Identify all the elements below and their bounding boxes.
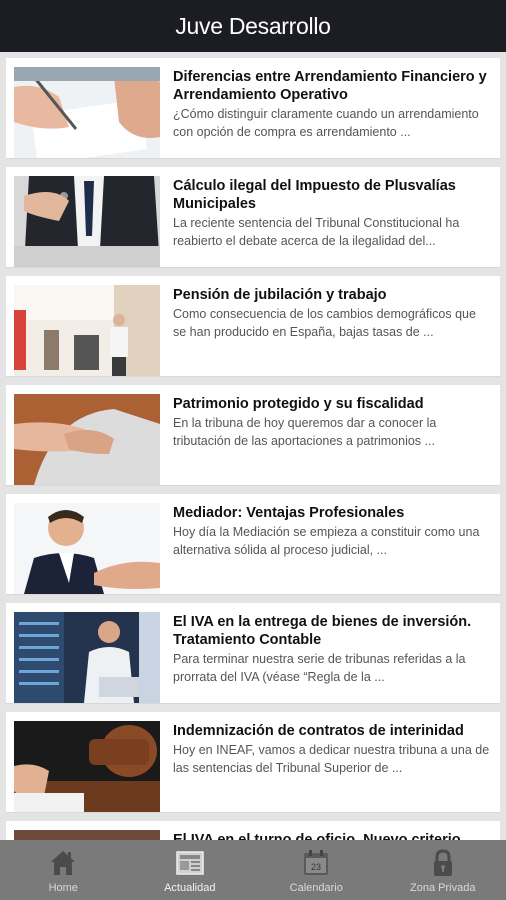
article-title: Pensión de jubilación y trabajo <box>173 287 387 303</box>
article-title: Mediador: Ventajas Profesionales <box>173 505 405 521</box>
tab-label: Calendario <box>289 882 343 894</box>
article-thumbnail <box>14 285 160 376</box>
tab-zona-privada[interactable]: Zona Privada <box>380 840 506 900</box>
article-title: Indemnización de contratos de interinida… <box>173 723 464 739</box>
article-item[interactable]: El IVA en la entrega de bienes de invers… <box>6 603 500 704</box>
article-excerpt: Hoy en INEAF, vamos a dedicar nuestra tr… <box>173 743 490 775</box>
calendar-icon: 23 <box>304 850 329 875</box>
article-title: El IVA en la entrega de bienes de invers… <box>173 614 472 648</box>
bottom-tab-bar: Home Actualidad 23 Calendario Zona Priva… <box>0 840 506 900</box>
article-thumbnail <box>14 67 160 158</box>
article-thumbnail <box>14 394 160 485</box>
home-icon <box>51 851 76 875</box>
article-thumbnail <box>14 176 160 267</box>
article-excerpt: Para terminar nuestra serie de tribunas … <box>173 652 466 684</box>
article-thumbnail <box>14 503 160 594</box>
app-header: Juve Desarrollo <box>0 0 506 52</box>
article-thumbnail <box>14 721 160 812</box>
article-item[interactable]: El IVA en el turno de oficio. Nuevo crit… <box>6 821 500 840</box>
article-excerpt: Como consecuencia de los cambios demográ… <box>173 307 476 339</box>
article-thumbnail <box>14 830 160 840</box>
tab-actualidad[interactable]: Actualidad <box>127 840 254 900</box>
article-item[interactable]: Patrimonio protegido y su fiscalidad En … <box>6 385 500 486</box>
article-item[interactable]: Indemnización de contratos de interinida… <box>6 712 500 813</box>
news-icon <box>176 851 204 875</box>
article-item[interactable]: Cálculo ilegal del Impuesto de Plusvalía… <box>6 167 500 268</box>
article-title: El IVA en el turno de oficio. Nuevo crit… <box>173 832 461 840</box>
lock-icon <box>433 849 452 876</box>
article-title: Diferencias entre Arrendamiento Financie… <box>173 69 487 103</box>
tab-label: Home <box>48 882 78 894</box>
tab-home[interactable]: Home <box>0 840 127 900</box>
article-thumbnail <box>14 612 160 703</box>
article-title: Cálculo ilegal del Impuesto de Plusvalía… <box>173 178 456 212</box>
article-excerpt: ¿Cómo distinguir claramente cuando un ar… <box>173 107 479 139</box>
article-list[interactable]: Diferencias entre Arrendamiento Financie… <box>6 58 500 840</box>
article-item[interactable]: Pensión de jubilación y trabajo Como con… <box>6 276 500 377</box>
article-title: Patrimonio protegido y su fiscalidad <box>173 396 424 412</box>
app-title: Juve Desarrollo <box>175 12 331 39</box>
article-item[interactable]: Diferencias entre Arrendamiento Financie… <box>6 58 500 159</box>
article-excerpt: Hoy día la Mediación se empieza a consti… <box>173 525 480 557</box>
tab-label: Zona Privada <box>410 882 476 894</box>
tab-label: Actualidad <box>164 882 216 894</box>
article-item[interactable]: Mediador: Ventajas Profesionales Hoy día… <box>6 494 500 595</box>
calendar-day: 23 <box>311 862 321 872</box>
tab-calendario[interactable]: 23 Calendario <box>253 840 380 900</box>
article-excerpt: La reciente sentencia del Tribunal Const… <box>173 216 460 248</box>
article-excerpt: En la tribuna de hoy queremos dar a cono… <box>173 416 437 448</box>
